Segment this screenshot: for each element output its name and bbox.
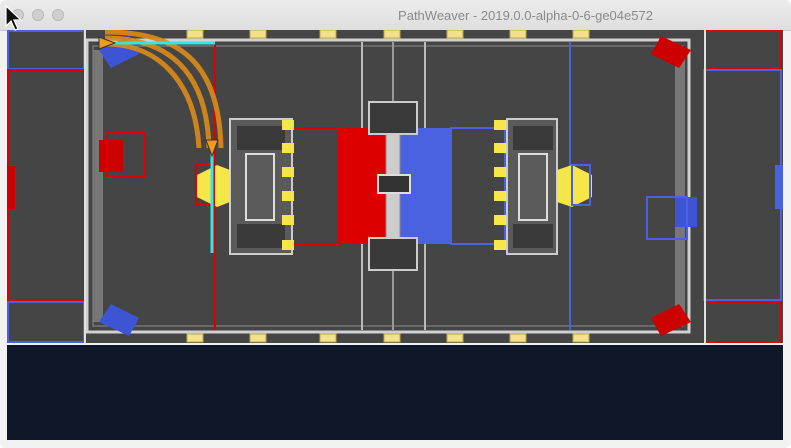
app-window: PathWeaver - 2019.0.0-alpha-0-6-ge04e572	[0, 0, 791, 448]
title-bar[interactable]: PathWeaver - 2019.0.0-alpha-0-6-ge04e572	[0, 0, 791, 31]
properties-panel	[7, 345, 783, 440]
window-title: PathWeaver - 2019.0.0-alpha-0-6-ge04e572	[398, 8, 653, 23]
field-map[interactable]	[7, 29, 783, 343]
mouse-pointer-icon	[5, 4, 23, 31]
field-canvas[interactable]	[7, 29, 783, 343]
